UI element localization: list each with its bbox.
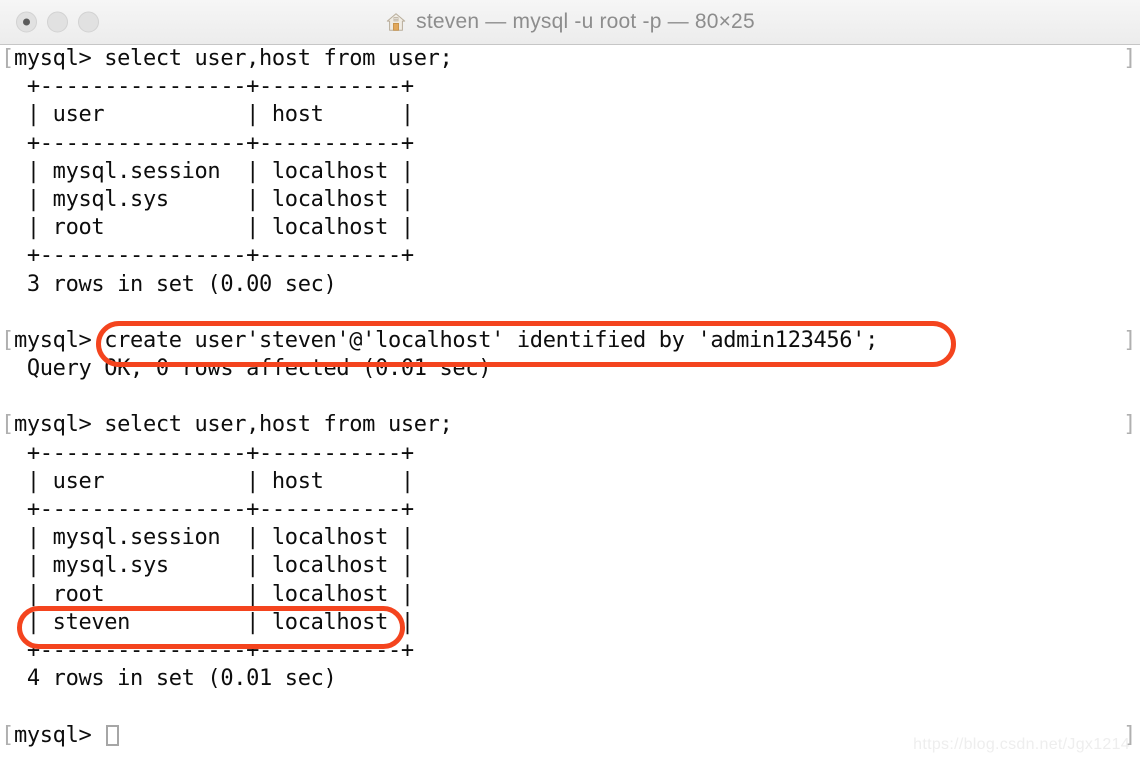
terminal-line-text: | root | localhost | bbox=[14, 581, 414, 607]
terminal-line-text: mysql> create user'steven'@'localhost' i… bbox=[14, 327, 878, 353]
terminal-line-text: | mysql.sys | localhost | bbox=[14, 186, 414, 212]
terminal-output-line: +----------------+-----------+ bbox=[0, 73, 1140, 101]
zoom-button[interactable] bbox=[78, 11, 99, 33]
terminal-line-text: +----------------+-----------+ bbox=[14, 243, 414, 269]
terminal-output-line: | steven | localhost | bbox=[0, 609, 1140, 637]
prompt-mark-left: [ bbox=[1, 412, 14, 438]
terminal-line-text: +----------------+-----------+ bbox=[14, 130, 414, 156]
terminal-line-text: +----------------+-----------+ bbox=[14, 497, 414, 522]
terminal-line-text: +----------------+-----------+ bbox=[14, 440, 414, 466]
terminal-prompt-line: [] mysql> select user,host from user; bbox=[0, 411, 1140, 439]
terminal-output-line: +----------------+-----------+ bbox=[0, 130, 1140, 158]
terminal-cursor bbox=[106, 724, 120, 746]
terminal-output-line: Query OK, 0 rows affected (0.01 sec) bbox=[0, 355, 1140, 383]
terminal-output-line: | mysql.session | localhost | bbox=[0, 158, 1140, 186]
close-button[interactable] bbox=[16, 11, 37, 33]
terminal-output-line: | user | host | bbox=[0, 101, 1140, 129]
prompt-mark-left: [ bbox=[1, 722, 14, 748]
traffic-light-buttons bbox=[16, 11, 99, 33]
terminal-output-line: +----------------+-----------+ bbox=[0, 637, 1140, 665]
terminal-line-text: | root | localhost | bbox=[14, 215, 414, 241]
terminal-line-text: 3 rows in set (0.00 sec) bbox=[14, 271, 337, 297]
terminal-line-text: | mysql.session | localhost | bbox=[14, 158, 414, 184]
terminal-line-text: +----------------+-----------+ bbox=[14, 74, 414, 100]
terminal-window: steven — mysql -u root -p — 80×25 [] mysq… bbox=[0, 0, 1140, 760]
terminal-line-text: | mysql.sys | localhost | bbox=[14, 553, 414, 579]
window-title-group: steven — mysql -u root -p — 80×25 bbox=[0, 10, 1140, 34]
home-icon bbox=[386, 13, 406, 31]
prompt-mark-left: [ bbox=[1, 46, 14, 71]
terminal-line-text: | user | host | bbox=[14, 468, 414, 494]
terminal-output-line: +----------------+-----------+ bbox=[0, 496, 1140, 524]
close-icon bbox=[23, 18, 30, 26]
terminal-line-text: +----------------+-----------+ bbox=[14, 637, 414, 663]
terminal-line-text: Query OK, 0 rows affected (0.01 sec) bbox=[14, 356, 492, 382]
prompt-mark-right: ] bbox=[1123, 46, 1136, 71]
prompt-mark-right: ] bbox=[1123, 412, 1136, 438]
window-title-text: steven — mysql -u root -p — 80×25 bbox=[416, 10, 755, 33]
window-titlebar: steven — mysql -u root -p — 80×25 bbox=[0, 0, 1140, 45]
terminal-line-text: 4 rows in set (0.01 sec) bbox=[14, 666, 337, 692]
terminal-line-text: | user | host | bbox=[14, 102, 414, 128]
terminal-line-text: mysql> select user,host from user; bbox=[14, 412, 453, 438]
terminal-prompt-line: [] mysql> select user,host from user; bbox=[0, 45, 1140, 73]
watermark: https://blog.csdn.net/Jgx1214 bbox=[913, 736, 1130, 753]
terminal-output-line: +----------------+-----------+ bbox=[0, 242, 1140, 270]
terminal-output-line: 4 rows in set (0.01 sec) bbox=[0, 665, 1140, 693]
minimize-button[interactable] bbox=[47, 11, 68, 33]
terminal-output-line: | root | localhost | bbox=[0, 214, 1140, 242]
prompt-mark-left: [ bbox=[1, 327, 14, 353]
terminal-output-line: | mysql.session | localhost | bbox=[0, 524, 1140, 552]
terminal-content[interactable]: [] mysql> select user,host from user; +--… bbox=[0, 45, 1140, 760]
terminal-output-line: 3 rows in set (0.00 sec) bbox=[0, 271, 1140, 299]
terminal-output-line: | mysql.sys | localhost | bbox=[0, 186, 1140, 214]
terminal-line-text: mysql> select user,host from user; bbox=[14, 46, 453, 71]
terminal-line-text: | steven | localhost | bbox=[14, 609, 414, 635]
terminal-output-line: | user | host | bbox=[0, 468, 1140, 496]
terminal-line-text: mysql> bbox=[14, 722, 105, 748]
terminal-output-line: +----------------+-----------+ bbox=[0, 440, 1140, 468]
prompt-mark-right: ] bbox=[1123, 327, 1136, 353]
terminal-prompt-line: [] mysql> create user'steven'@'localhost'… bbox=[0, 327, 1140, 355]
terminal-line-text: | mysql.session | localhost | bbox=[14, 525, 414, 551]
terminal-output-line: | mysql.sys | localhost | bbox=[0, 552, 1140, 580]
terminal-output-line: | root | localhost | bbox=[0, 581, 1140, 609]
